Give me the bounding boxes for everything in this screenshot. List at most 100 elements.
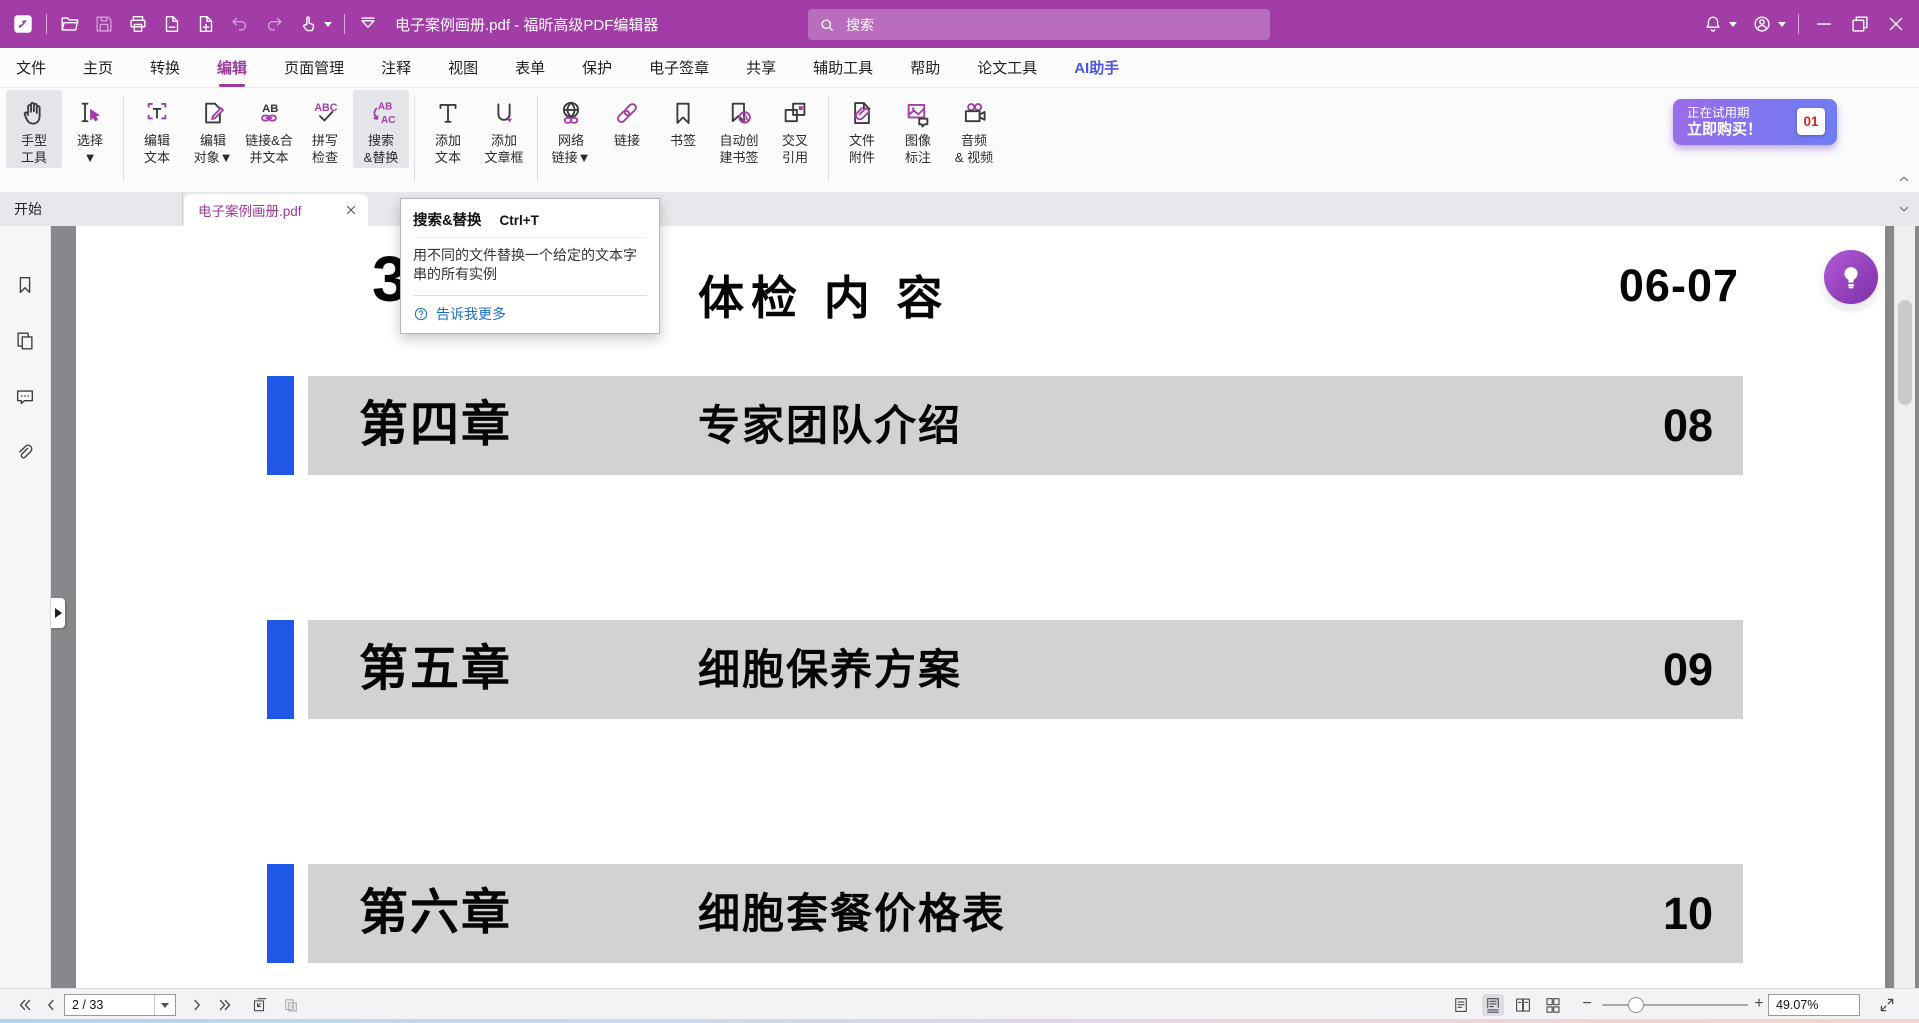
next-page-button[interactable] [188,996,206,1014]
link-merge-button[interactable]: AB链接&合并文本 [241,90,297,168]
cross-ref-button[interactable]: 交叉引用 [767,90,823,168]
select-button[interactable]: 选择▼ [62,90,118,168]
bookmark-panel-button[interactable] [7,267,43,303]
auto-bookmark-button[interactable]: A自动创建书签 [711,90,767,168]
last-page-button[interactable] [216,996,234,1014]
zoom-out-button[interactable]: − [1580,995,1594,1013]
chapter-page: 10 [1663,864,1713,963]
hand-mode-button[interactable] [297,13,332,35]
remove-page-button[interactable] [161,13,183,35]
zoom-slider-knob[interactable] [1628,997,1644,1013]
snapshot-button[interactable] [250,996,268,1014]
web-link-icon [556,98,586,128]
reading-mode-button[interactable] [357,13,379,35]
caret-down-icon[interactable] [1778,22,1786,27]
menu-ai-assistant[interactable]: AI助手 [1074,57,1119,78]
account-button[interactable] [1751,13,1786,35]
chapter-number: 第四章 [359,376,512,475]
restore-icon [1849,13,1871,35]
menu-help[interactable]: 帮助 [910,57,940,78]
bookmark-button[interactable]: 书签 [655,90,711,168]
trial-line1: 正在试用期 [1687,105,1762,121]
menu-view[interactable]: 视图 [448,57,478,78]
redo-button[interactable] [263,13,285,35]
comment-panel-button[interactable] [7,379,43,415]
scrollbar-thumb[interactable] [1898,300,1912,405]
view-continuous-button[interactable] [1482,994,1504,1016]
view-single-page-button[interactable] [1452,996,1470,1014]
zoom-in-button[interactable]: + [1752,995,1766,1013]
menu-convert[interactable]: 转换 [150,57,180,78]
vertical-scrollbar[interactable] [1894,226,1915,988]
add-text-button[interactable]: 添加文本 [420,90,476,168]
ribbon-button-label: 链接&合 [245,132,293,149]
zoom-level-box[interactable]: 49.07% [1768,994,1860,1016]
menu-share[interactable]: 共享 [746,57,776,78]
panel-expander-button[interactable] [51,598,65,628]
menu-esign[interactable]: 电子签章 [649,57,709,78]
ai-tip-bulb-button[interactable] [1824,250,1878,304]
edit-object-button[interactable]: 编辑对象▼ [185,90,241,168]
caret-down-icon[interactable] [1729,22,1737,27]
link-button[interactable]: 链接 [599,90,655,168]
spellcheck-button[interactable]: ABC拼写检查 [297,90,353,168]
menu-edit[interactable]: 编辑 [217,57,247,78]
minimize-button[interactable] [1813,13,1835,35]
save-button[interactable] [93,13,115,35]
print-button[interactable] [127,13,149,35]
menu-page-manage[interactable]: 页面管理 [284,57,344,78]
menu-home[interactable]: 主页 [83,57,113,78]
close-icon [1885,13,1907,35]
menu-accessibility[interactable]: 辅助工具 [813,57,873,78]
open-file-button[interactable] [59,13,81,35]
menu-protect[interactable]: 保护 [582,57,612,78]
notifications-button[interactable] [1702,13,1737,35]
global-search-box[interactable] [808,9,1270,40]
undo-button[interactable] [229,13,251,35]
buy-now-label[interactable]: 立即购买！ [1687,121,1762,139]
ribbon-button-label: 检查 [312,149,338,166]
image-annot-button[interactable]: 图像标注 [890,90,946,168]
chevron-right-icon [188,996,206,1014]
add-article-button[interactable]: 添加文章框 [476,90,532,168]
menu-comment[interactable]: 注释 [381,57,411,78]
restore-button[interactable] [1849,13,1871,35]
add-page-button[interactable] [195,13,217,35]
edit-text-button[interactable]: 编辑文本 [129,90,185,168]
tell-me-more-link[interactable]: 告诉我更多 [413,304,647,324]
prev-page-button[interactable] [42,996,60,1014]
first-page-button[interactable] [16,996,34,1014]
close-button[interactable] [1885,13,1907,35]
trial-days-badge: 01 [1797,108,1825,135]
view-facing-continuous-button[interactable] [1544,996,1562,1014]
caret-down-icon[interactable] [324,22,332,27]
tab-start[interactable]: 开始 [0,192,183,226]
page-number-box[interactable]: 2 / 33 [64,994,176,1016]
av-button[interactable]: 音频& 视频 [946,90,1002,168]
tab-document[interactable]: 电子案例画册.pdf [184,194,368,226]
menu-file[interactable]: 文件 [16,57,46,78]
foxit-logo-icon[interactable] [12,13,34,35]
search-input[interactable] [844,16,1228,34]
hand-button[interactable]: 手型工具 [6,90,62,168]
view-facing-button[interactable] [1514,996,1532,1014]
fullscreen-button[interactable] [1878,996,1896,1014]
search-replace-button[interactable]: ABAC搜索&替换 [353,90,409,168]
ribbon-button-label: 链接▼ [552,149,591,166]
doc-minus-icon [161,13,183,35]
file-attach-button[interactable]: 文件附件 [834,90,890,168]
attachment-panel-button[interactable] [7,435,43,471]
pages-panel-button[interactable] [7,323,43,359]
menu-paper-tools[interactable]: 论文工具 [977,57,1037,78]
tab-close-button[interactable] [344,203,358,217]
clipboard-button[interactable] [282,996,300,1014]
trial-banner[interactable]: 正在试用期 立即购买！ 01 [1673,99,1837,145]
zoom-slider-track[interactable] [1602,1004,1748,1006]
web-link-button[interactable]: 网络链接▼ [543,90,599,168]
collapse-ribbon-button[interactable] [1897,172,1911,186]
chapter-page: 08 [1663,376,1713,475]
caret-down-icon[interactable] [161,1003,169,1008]
svg-text:AB: AB [378,101,392,112]
tab-list-button[interactable] [1897,202,1911,216]
menu-form[interactable]: 表单 [515,57,545,78]
